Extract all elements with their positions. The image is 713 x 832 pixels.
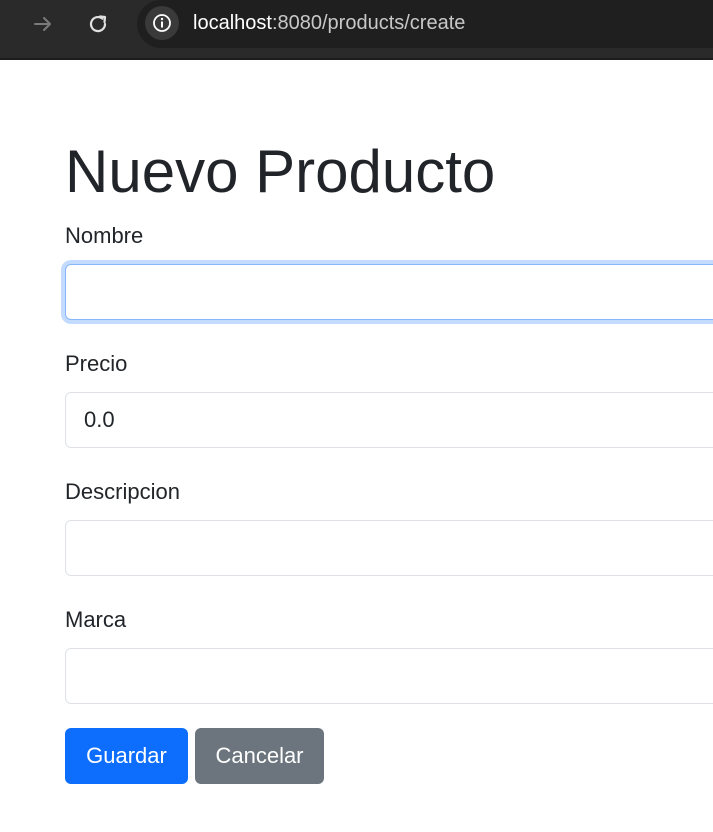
descripcion-label: Descripcion [65, 479, 180, 504]
browser-toolbar: localhost:8080/products/create [0, 0, 713, 60]
address-bar-url[interactable]: localhost:8080/products/create [193, 11, 465, 35]
nombre-input[interactable] [65, 264, 713, 320]
nombre-label: Nombre [65, 223, 144, 248]
page-title: Nuevo Producto [65, 138, 496, 205]
forward-icon[interactable] [31, 12, 55, 36]
cancel-button[interactable]: Cancelar [195, 728, 324, 784]
info-icon[interactable] [145, 6, 179, 40]
save-button[interactable]: Guardar [65, 728, 188, 784]
reload-icon[interactable] [86, 12, 110, 36]
precio-input[interactable] [65, 392, 713, 448]
url-path: :8080/products/create [271, 12, 466, 34]
marca-input[interactable] [65, 648, 713, 704]
marca-label: Marca [65, 607, 127, 632]
url-host: localhost [193, 12, 272, 34]
precio-label: Precio [65, 351, 128, 376]
descripcion-input[interactable] [65, 520, 713, 576]
